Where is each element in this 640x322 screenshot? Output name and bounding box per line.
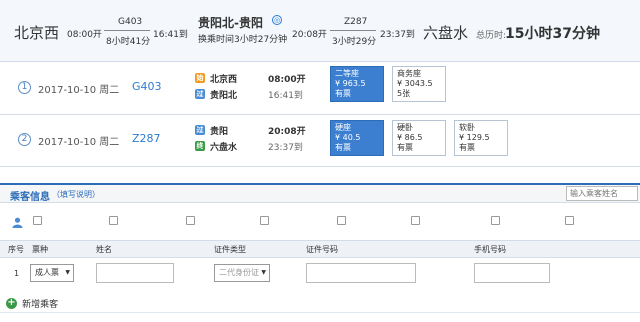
chevron-down-icon: ▼ (261, 269, 266, 276)
trip-date: 2017-10-10 周二 (38, 137, 120, 148)
seat-option[interactable]: 软卧 ¥ 129.5 有票 (454, 120, 508, 156)
contact-checkbox[interactable] (491, 216, 500, 225)
leg2-train: Z287 (344, 17, 368, 27)
seat-price: ¥ 40.5 (335, 133, 361, 142)
total-duration-label: 总历时: (476, 31, 507, 41)
add-passenger-button[interactable]: + 新增乘客 (6, 293, 58, 310)
pass-station-icon: 过 (195, 89, 205, 99)
seat-type: 二等座 (335, 69, 359, 78)
from-station: 北京西 (14, 24, 60, 42)
seat-availability: 有票 (335, 143, 351, 152)
leg1-arrow (104, 30, 150, 31)
leg1-arrive-time: 16:41到 (153, 30, 188, 40)
leg1-train: G403 (118, 17, 143, 27)
trip-to-station: 贵阳北 (210, 91, 238, 101)
seat-type: 软卧 (459, 123, 475, 132)
trip-from-time: 08:00开 (268, 75, 306, 85)
seat-option-selected[interactable]: 二等座 ¥ 963.5 有票 (330, 66, 384, 102)
contact-checkbox[interactable] (260, 216, 269, 225)
plus-circle-icon: + (6, 297, 17, 309)
transfer-icon: ◎ (272, 15, 282, 25)
leg2-arrow (330, 30, 376, 31)
id-type-select[interactable]: 二代身份证 ▼ (214, 264, 270, 282)
passenger-seq: 1 (14, 269, 20, 278)
trip-from-station: 贵阳 (210, 127, 229, 137)
phone-input[interactable] (474, 263, 550, 283)
trip-to-station: 六盘水 (210, 143, 238, 153)
contact-checkbox[interactable] (186, 216, 195, 225)
seat-price: ¥ 963.5 (335, 79, 366, 88)
to-station: 六盘水 (423, 24, 469, 42)
trip-index-badge: 1 (18, 81, 31, 94)
col-phone: 手机号码 (474, 245, 506, 254)
section-bottom-divider (0, 312, 640, 313)
trip-date: 2017-10-10 周二 (38, 85, 120, 96)
seat-price: ¥ 86.5 (397, 133, 423, 142)
contact-checkbox[interactable] (337, 216, 346, 225)
pass-station-icon: 过 (195, 125, 205, 135)
col-id-number: 证件号码 (306, 245, 338, 254)
seat-availability: 有票 (459, 143, 475, 152)
trip-train-link[interactable]: G403 (132, 80, 162, 93)
seat-price: ¥ 129.5 (459, 133, 490, 142)
user-icon (12, 213, 23, 228)
seat-option[interactable]: 硬卧 ¥ 86.5 有票 (392, 120, 446, 156)
passenger-section-title: 乘客信息 (10, 192, 50, 203)
passenger-name-input[interactable] (96, 263, 174, 283)
ticket-type-value: 成人票 (35, 268, 59, 277)
transfer-note: 换乘时间3小时27分钟 (198, 35, 288, 45)
seat-price: ¥ 3043.5 (397, 79, 433, 88)
col-ticket-type: 票种 (32, 245, 48, 254)
seat-type: 硬座 (335, 123, 351, 132)
seat-option[interactable]: 商务座 ¥ 3043.5 5张 (392, 66, 446, 102)
leg1-duration: 8小时41分 (106, 37, 151, 47)
start-station-icon: 始 (195, 73, 205, 83)
trip-from-station: 北京西 (210, 75, 238, 85)
leg2-duration: 3小时29分 (332, 37, 377, 47)
trip-to-time: 23:37到 (268, 143, 303, 153)
seat-availability: 有票 (397, 143, 413, 152)
id-type-value: 二代身份证 (219, 268, 259, 277)
transfer-station: 贵阳北-贵阳 (198, 16, 263, 30)
trip-train-link[interactable]: Z287 (132, 132, 161, 145)
add-passenger-label: 新增乘客 (22, 300, 59, 310)
trip-to-time: 16:41到 (268, 91, 303, 101)
leg1-depart-time: 08:00开 (67, 30, 102, 40)
col-name: 姓名 (96, 245, 112, 254)
seat-availability: 有票 (335, 89, 351, 98)
seat-option-selected[interactable]: 硬座 ¥ 40.5 有票 (330, 120, 384, 156)
contact-checkbox[interactable] (411, 216, 420, 225)
col-id-type: 证件类型 (214, 245, 246, 254)
ticket-type-select[interactable]: 成人票 ▼ (30, 264, 74, 282)
seat-availability: 5张 (397, 89, 411, 98)
total-duration-value: 15小时37分钟 (505, 26, 600, 42)
chevron-down-icon: ▼ (65, 269, 70, 276)
trip-from-time: 20:08开 (268, 127, 306, 137)
leg2-arrive-time: 23:37到 (380, 30, 415, 40)
leg2-depart-time: 20:08开 (292, 30, 327, 40)
trip-index-badge: 2 (18, 133, 31, 146)
contact-checkbox[interactable] (109, 216, 118, 225)
col-seq: 序号 (8, 245, 24, 254)
contact-checkbox[interactable] (33, 216, 42, 225)
end-station-icon: 终 (195, 141, 205, 151)
seat-type: 商务座 (397, 69, 421, 78)
contact-checkbox[interactable] (565, 216, 574, 225)
passenger-search-input[interactable] (566, 186, 638, 201)
seat-type: 硬卧 (397, 123, 413, 132)
fill-instructions-link[interactable]: （填写说明） (52, 189, 100, 200)
id-number-input[interactable] (306, 263, 416, 283)
